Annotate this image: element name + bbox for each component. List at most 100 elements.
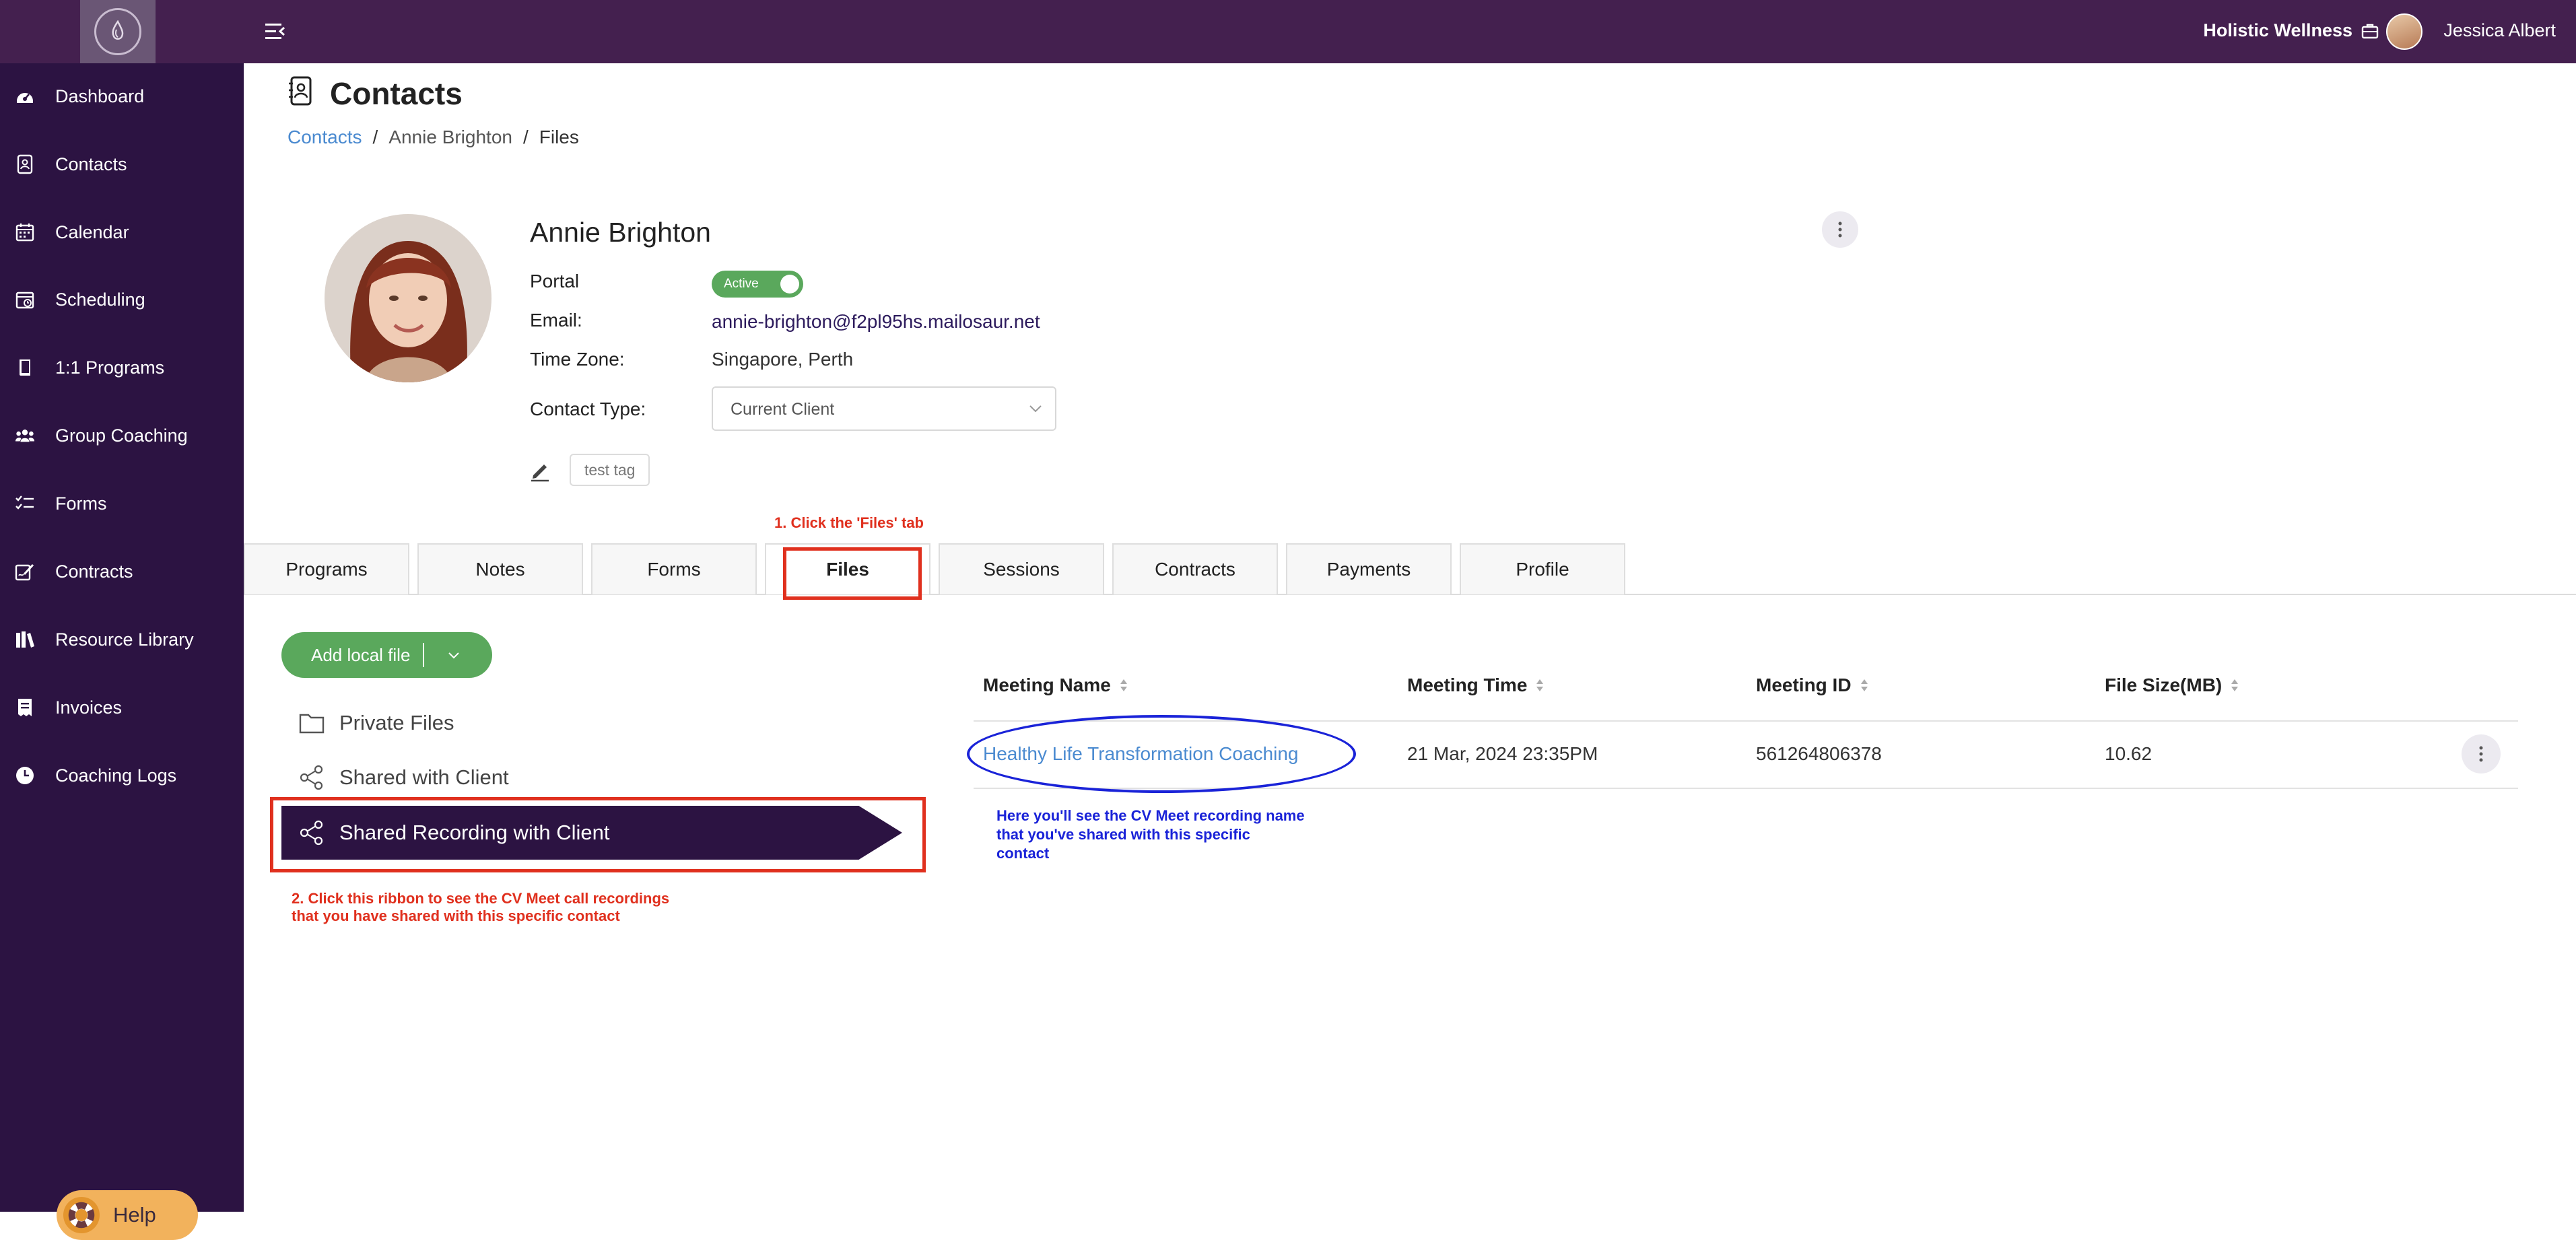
sidebar: Dashboard Contacts Calendar Scheduling 1…: [0, 63, 244, 1240]
sort-icon[interactable]: [1119, 677, 1128, 693]
add-local-file-button[interactable]: Add local file: [281, 632, 492, 678]
edit-tags-icon[interactable]: [529, 459, 551, 482]
tab-contracts[interactable]: Contracts: [1112, 543, 1278, 594]
sidebar-item-label: 1:1 Programs: [55, 357, 165, 378]
chevron-down-icon: [1029, 405, 1042, 413]
contact-type-value: Current Client: [731, 400, 835, 419]
table-annotation-line-3: contact: [996, 845, 1050, 862]
button-divider: [423, 643, 424, 667]
contact-type-label: Contact Type:: [530, 399, 646, 419]
folder-private-files[interactable]: Private Files: [298, 703, 454, 743]
breadcrumb: Contacts / Annie Brighton / Files: [287, 127, 579, 148]
sidebar-item-label: Scheduling: [55, 289, 145, 310]
sidebar-item-programs[interactable]: 1:1 Programs: [0, 347, 244, 388]
tab-sessions[interactable]: Sessions: [939, 543, 1104, 594]
sidebar-item-invoices[interactable]: Invoices: [0, 687, 244, 728]
briefcase-icon[interactable]: [2361, 22, 2379, 40]
sidebar-item-contracts[interactable]: Contracts: [0, 551, 244, 592]
breadcrumb-contacts[interactable]: Contacts: [287, 127, 362, 147]
column-header-file-size[interactable]: File Size(MB): [2105, 675, 2239, 696]
business-name[interactable]: Holistic Wellness: [2203, 20, 2352, 41]
tab-notes[interactable]: Notes: [417, 543, 583, 594]
app-logo[interactable]: [80, 0, 156, 63]
column-header-label: Meeting Name: [983, 675, 1111, 695]
breadcrumb-contact-name[interactable]: Annie Brighton: [388, 127, 512, 147]
sidebar-item-label: Group Coaching: [55, 425, 188, 446]
email-value[interactable]: annie-brighton@f2pl95hs.mailosaur.net: [712, 311, 1040, 333]
contact-avatar: [325, 214, 492, 382]
sort-icon[interactable]: [1860, 677, 1869, 693]
chevron-down-icon[interactable]: [447, 651, 461, 660]
user-avatar[interactable]: [2386, 13, 2422, 50]
sidebar-item-group-coaching[interactable]: Group Coaching: [0, 415, 244, 456]
sidebar-item-dashboard[interactable]: Dashboard: [0, 76, 244, 116]
folder-icon: [298, 709, 326, 737]
sort-icon[interactable]: [1535, 677, 1545, 693]
timezone-label: Time Zone:: [530, 349, 625, 370]
folder-label: Private Files: [339, 711, 454, 734]
folder-label: Shared Recording with Client: [339, 821, 610, 844]
files-tab-highlight: [783, 547, 922, 600]
contacts-icon: [15, 154, 35, 174]
sidebar-item-scheduling[interactable]: Scheduling: [0, 279, 244, 320]
group-icon: [15, 425, 35, 446]
breadcrumb-current: Files: [539, 127, 579, 147]
sidebar-item-calendar[interactable]: Calendar: [0, 212, 244, 252]
help-label: Help: [113, 1203, 156, 1227]
breadcrumb-separator: /: [522, 127, 529, 147]
ribbon-annotation-line-1: 2. Click this ribbon to see the CV Meet …: [292, 890, 670, 907]
tab-payments[interactable]: Payments: [1286, 543, 1452, 594]
calendar-icon: [15, 222, 35, 242]
column-header-meeting-id[interactable]: Meeting ID: [1756, 675, 1869, 696]
tab-programs[interactable]: Programs: [244, 543, 409, 594]
sidebar-item-contacts[interactable]: Contacts: [0, 144, 244, 184]
sidebar-item-label: Resource Library: [55, 629, 194, 650]
help-button[interactable]: Help: [57, 1190, 198, 1240]
column-header-label: Meeting Time: [1407, 675, 1528, 695]
breadcrumb-separator: /: [372, 127, 378, 147]
row-actions-icon[interactable]: [2462, 734, 2501, 773]
sidebar-item-resource-library[interactable]: Resource Library: [0, 619, 244, 660]
contact-type-select[interactable]: Current Client: [712, 386, 1056, 431]
menu-toggle-icon[interactable]: [263, 20, 287, 43]
contract-icon: [15, 561, 35, 582]
meeting-name-highlight: [967, 715, 1356, 793]
portal-status: Active: [724, 277, 759, 291]
file-size-cell: 10.62: [2105, 743, 2153, 764]
portal-toggle[interactable]: Active: [712, 271, 803, 298]
logo-icon: [94, 8, 141, 55]
sidebar-item-label: Calendar: [55, 221, 129, 242]
sidebar-item-label: Dashboard: [55, 85, 145, 106]
column-header-meeting-name[interactable]: Meeting Name: [983, 675, 1128, 696]
column-header-label: Meeting ID: [1756, 675, 1852, 695]
user-name[interactable]: Jessica Albert: [2443, 20, 2556, 41]
dashboard-icon: [15, 86, 35, 106]
more-options-icon[interactable]: [1822, 211, 1858, 248]
toggle-knob: [780, 275, 799, 294]
library-icon: [15, 629, 35, 650]
table-annotation-line-1: Here you'll see the CV Meet recording na…: [996, 807, 1305, 824]
invoice-icon: [15, 697, 35, 718]
sidebar-item-forms[interactable]: Forms: [0, 483, 244, 524]
sidebar-item-coaching-logs[interactable]: Coaching Logs: [0, 755, 244, 796]
column-header-meeting-time[interactable]: Meeting Time: [1407, 675, 1545, 696]
share-icon: [298, 819, 326, 847]
contact-name: Annie Brighton: [530, 217, 711, 248]
sidebar-item-label: Contacts: [55, 153, 127, 174]
tab-forms[interactable]: Forms: [591, 543, 757, 594]
sidebar-item-label: Forms: [55, 493, 107, 514]
tab-annotation: 1. Click the 'Files' tab: [774, 514, 924, 531]
forms-icon: [15, 493, 35, 514]
lifebuoy-icon: [62, 1196, 101, 1235]
folder-shared-recording-ribbon[interactable]: Shared Recording with Client: [281, 806, 902, 860]
folder-shared-with-client[interactable]: Shared with Client: [298, 757, 509, 798]
column-header-label: File Size(MB): [2105, 675, 2223, 695]
share-icon: [298, 763, 326, 792]
tab-profile[interactable]: Profile: [1460, 543, 1625, 594]
portal-label: Portal: [530, 271, 580, 291]
email-label: Email:: [530, 310, 582, 331]
table-annotation-line-2: that you've shared with this specific: [996, 826, 1250, 843]
meeting-time-cell: 21 Mar, 2024 23:35PM: [1407, 743, 1598, 764]
sort-icon[interactable]: [2230, 677, 2239, 693]
sidebar-item-label: Invoices: [55, 697, 123, 718]
